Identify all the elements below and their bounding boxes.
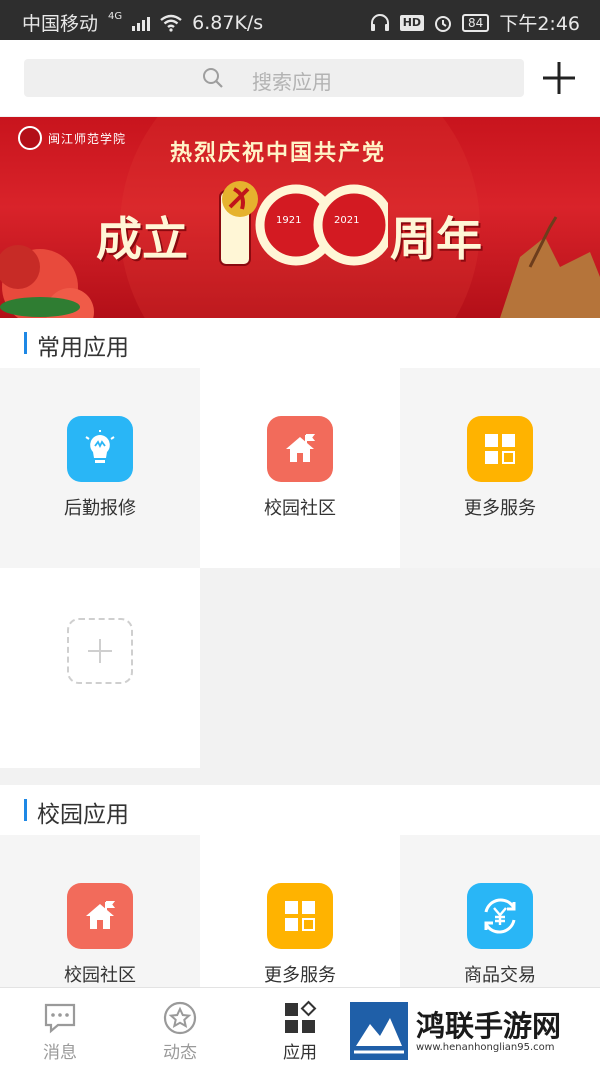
app-tile-community[interactable]: 校园社区 [200,368,400,568]
banner-suffix: 周年 [390,212,482,266]
search-placeholder: 搜索应用 [252,70,332,94]
watermark-logo-icon [350,1002,408,1060]
add-app-tile[interactable] [0,568,200,768]
signal-icon [132,15,151,31]
app-tile-repair[interactable]: 后勤报修 [0,368,200,568]
promo-banner[interactable]: 闽江师范学院 热烈庆祝中国共产党 成立 1921 2021 周年 [0,117,600,318]
section-accent [24,799,27,821]
common-apps-header: 常用应用 [0,318,600,368]
year-start: 1921 [276,215,302,226]
apps-icon [285,1000,317,1033]
watermark-name: 鸿联手游网 [416,1008,562,1043]
battery-indicator: 84 [462,13,490,32]
year-end: 2021 [334,215,360,226]
tab-messages[interactable]: 消息 [0,988,120,1068]
search-input[interactable]: 搜索应用 [24,59,524,97]
watermark-url: www.henanhonglian95.com [416,1041,555,1053]
banner-headline: 热烈庆祝中国共产党 [170,140,387,166]
tab-label: 动态 [163,1043,197,1063]
centenary-100-graphic [219,181,388,266]
grid-icon [267,883,333,949]
section-title: 常用应用 [37,335,129,361]
app-label: 更多服务 [264,965,336,986]
search-icon [203,68,223,88]
site-watermark: 鸿联手游网 www.henanhonglian95.com [350,1002,590,1060]
school-name: 闽江师范学院 [48,131,127,146]
network-label: 4G [108,11,123,22]
message-icon [44,1003,76,1034]
app-label: 校园社区 [64,965,136,986]
app-tile-community[interactable]: 校园社区 [0,835,200,987]
yuan-exchange-icon [467,883,533,949]
net-speed: 6.87K/s [192,11,264,34]
grid-icon [467,416,533,482]
wifi-icon [160,14,182,32]
tab-moments[interactable]: 动态 [120,988,240,1068]
app-header: 搜索应用 [0,40,600,116]
hd-badge: HD [399,14,425,31]
alarm-icon [435,15,452,32]
banner-prefix: 成立 [96,212,188,266]
star-circle-icon [163,1001,197,1035]
house-flag-icon [67,883,133,949]
section-accent [24,332,27,354]
app-tile-more-services[interactable]: 更多服务 [400,368,600,568]
section-title: 校园应用 [37,802,129,828]
lightbulb-icon [67,416,133,482]
school-seal-icon [18,126,42,150]
house-flag-icon [267,416,333,482]
status-bar: 中国移动 4G 6.87K/s HD 84 下午2:46 [0,0,600,40]
app-tile-trade[interactable]: 商品交易 [400,835,600,987]
clock: 下午2:46 [499,13,580,35]
add-icon[interactable] [541,60,577,96]
tab-apps[interactable]: 应用 [240,988,360,1068]
app-label: 更多服务 [464,498,536,519]
carrier-label: 中国移动 [22,13,99,35]
school-logo: 闽江师范学院 [18,126,127,150]
tab-label: 消息 [43,1043,77,1063]
app-tile-more-services[interactable]: 更多服务 [200,835,400,987]
campus-apps-header: 校园应用 [0,785,600,835]
app-label: 商品交易 [464,965,536,986]
tab-label: 应用 [283,1043,317,1063]
app-label: 校园社区 [264,498,336,519]
add-app-plus-icon [67,618,133,684]
headphone-icon [370,13,389,31]
app-label: 后勤报修 [64,498,136,519]
